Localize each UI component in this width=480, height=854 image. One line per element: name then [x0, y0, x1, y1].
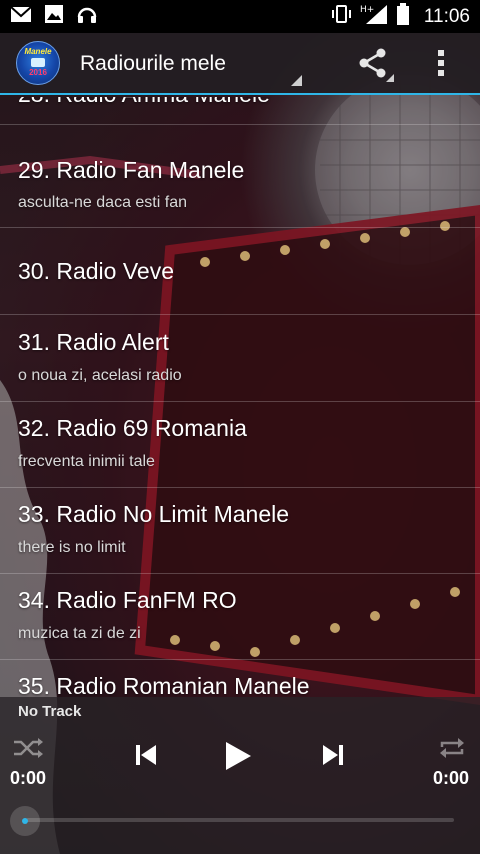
previous-icon [136, 745, 156, 765]
station-subtitle: frecventa inimii tale [18, 453, 155, 470]
play-button[interactable] [223, 740, 253, 777]
station-subtitle: o noua zi, acelasi radio [18, 367, 182, 384]
headset-icon [76, 4, 98, 29]
page-title: Radiourile mele [80, 52, 226, 75]
repeat-icon [440, 738, 464, 758]
list-item[interactable]: 33. Radio No Limit Manele there is no li… [0, 488, 480, 574]
station-list[interactable]: 28. Radio Amma Manele 29. Radio Fan Mane… [0, 97, 480, 697]
signal-icon: H+ [360, 3, 388, 30]
logo-year: 2016 [29, 68, 47, 77]
shuffle-button[interactable] [12, 735, 44, 766]
list-item[interactable]: 29. Radio Fan Manele asculta-ne daca est… [0, 125, 480, 228]
next-icon [323, 745, 343, 765]
clock: 11:06 [423, 5, 470, 27]
seek-bar[interactable] [26, 818, 454, 822]
list-item[interactable]: 34. Radio FanFM RO muzica ta zi de zi [0, 574, 480, 660]
station-name: 30. Radio Veve [18, 258, 175, 284]
dropdown-indicator-icon [291, 75, 302, 86]
list-item[interactable]: 31. Radio Alert o noua zi, acelasi radio [0, 315, 480, 402]
logo-text: Manele [24, 47, 52, 56]
share-icon [359, 48, 386, 78]
station-name: 35. Radio Romanian Manele [18, 673, 310, 697]
gallery-icon [44, 4, 64, 29]
shuffle-icon [14, 738, 43, 758]
station-subtitle: asculta-ne daca esti fan [18, 194, 187, 211]
status-bar: H+ 11:06 [0, 0, 480, 33]
station-name: 29. Radio Fan Manele [18, 157, 245, 183]
station-name: 33. Radio No Limit Manele [18, 501, 290, 527]
battery-icon [396, 3, 410, 30]
share-button[interactable] [350, 40, 396, 86]
station-name: 32. Radio 69 Romania [18, 415, 247, 441]
elapsed-time: 0:00 [10, 768, 47, 788]
station-name: 34. Radio FanFM RO [18, 587, 237, 613]
station-subtitle: there is no limit [18, 539, 126, 556]
total-time: 0:00 [432, 768, 469, 788]
overflow-menu-button[interactable] [426, 40, 456, 86]
station-name: 31. Radio Alert [18, 329, 169, 355]
app-logo[interactable]: Manele 2016 [16, 41, 60, 85]
repeat-button[interactable] [438, 735, 466, 766]
list-item[interactable]: 28. Radio Amma Manele [0, 97, 480, 125]
previous-button[interactable] [134, 743, 158, 772]
player-panel: No Track 0:00 0:00 [0, 697, 480, 854]
more-vert-icon [438, 50, 444, 76]
seek-thumb[interactable] [10, 806, 40, 836]
play-icon [226, 742, 251, 770]
list-item[interactable]: 30. Radio Veve [0, 228, 480, 315]
track-title: No Track [18, 703, 82, 720]
station-name: 28. Radio Amma Manele [18, 97, 270, 108]
svg-text:H+: H+ [360, 5, 374, 15]
share-dropdown-indicator-icon [386, 74, 394, 82]
list-item[interactable]: 32. Radio 69 Romania frecventa inimii ta… [0, 402, 480, 488]
logo-play-icon [31, 58, 45, 67]
gmail-icon [10, 5, 32, 28]
station-subtitle: muzica ta zi de zi [18, 625, 141, 642]
next-button[interactable] [321, 743, 345, 772]
list-item[interactable]: 35. Radio Romanian Manele [0, 660, 480, 697]
vibrate-icon [330, 4, 352, 29]
title-spinner[interactable]: Radiourile mele [80, 32, 302, 94]
action-bar: Manele 2016 Radiourile mele [0, 33, 480, 95]
